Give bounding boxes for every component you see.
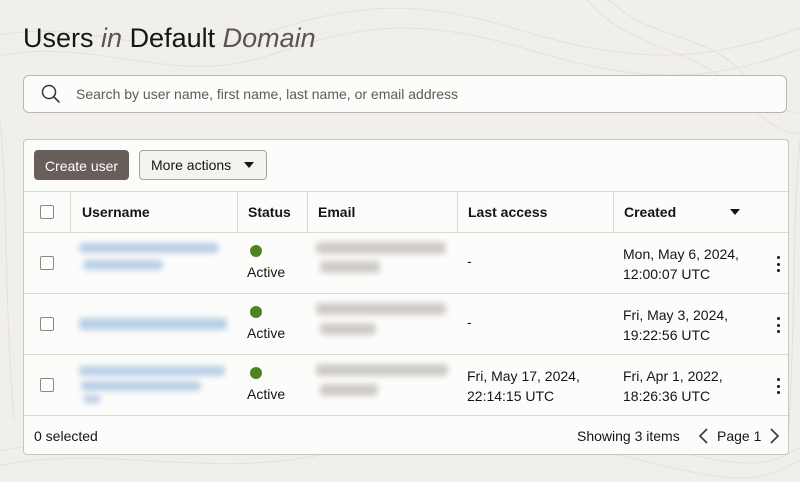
created-value: Mon, May 6, 2024, 12:00:07 UTC bbox=[623, 244, 739, 284]
search-icon bbox=[41, 84, 61, 104]
status-label: Active bbox=[247, 386, 286, 402]
username-cell bbox=[70, 355, 237, 415]
page-number: Page 1 bbox=[717, 428, 762, 444]
row-select-cell bbox=[24, 233, 70, 293]
page-title-default: Default bbox=[129, 23, 216, 53]
toolbar: Create user More actions bbox=[24, 140, 788, 191]
created-cell: Mon, May 6, 2024, 12:00:07 UTC bbox=[613, 233, 769, 293]
status-cell: Active bbox=[237, 294, 307, 354]
kebab-menu-icon[interactable] bbox=[773, 376, 783, 396]
table-row[interactable]: Active Fri, May 17, 2024, 22:14:15 UTC F… bbox=[24, 354, 788, 415]
last-access-cell: - bbox=[457, 294, 613, 354]
sort-descending-icon[interactable] bbox=[730, 209, 740, 215]
created-cell: Fri, Apr 1, 2022, 18:26:36 UTC bbox=[613, 355, 769, 415]
redacted-email bbox=[316, 303, 446, 315]
page-title: Users in Default Domain bbox=[23, 21, 316, 55]
username-cell bbox=[70, 233, 237, 293]
created-cell: Fri, May 3, 2024, 19:22:56 UTC bbox=[613, 294, 769, 354]
chevron-right-icon[interactable] bbox=[767, 427, 781, 445]
row-actions-cell bbox=[769, 233, 788, 293]
kebab-menu-icon[interactable] bbox=[773, 315, 783, 335]
row-actions-cell bbox=[769, 355, 788, 415]
search-input[interactable] bbox=[76, 86, 736, 102]
column-header-last-access[interactable]: Last access bbox=[457, 192, 613, 232]
email-cell bbox=[307, 233, 457, 293]
last-access-date: Fri, May 17, 2024, bbox=[467, 368, 580, 384]
created-time: 12:00:07 UTC bbox=[623, 266, 711, 282]
page-title-users: Users bbox=[23, 23, 94, 53]
column-header-created[interactable]: Created bbox=[613, 192, 769, 232]
redacted-email-line2 bbox=[320, 384, 378, 396]
users-table: Username Status Email Last access Create… bbox=[24, 191, 788, 415]
table-row[interactable]: Active - Fri, May 3, 2024, 19:22:56 UTC bbox=[24, 293, 788, 354]
redacted-username-line2 bbox=[83, 260, 163, 270]
redacted-email-line2 bbox=[320, 261, 380, 273]
created-time: 19:22:56 UTC bbox=[623, 327, 711, 343]
email-cell bbox=[307, 355, 457, 415]
column-header-username[interactable]: Username bbox=[70, 192, 237, 232]
status-dot-icon bbox=[250, 306, 262, 318]
status-dot-icon bbox=[250, 367, 262, 379]
kebab-menu-icon[interactable] bbox=[773, 254, 783, 274]
row-checkbox[interactable] bbox=[40, 256, 54, 270]
created-date: Mon, May 6, 2024, bbox=[623, 246, 739, 262]
redacted-email bbox=[316, 242, 446, 254]
status-label: Active bbox=[247, 325, 286, 341]
more-actions-label: More actions bbox=[151, 157, 232, 173]
redacted-username[interactable] bbox=[79, 318, 227, 330]
row-checkbox[interactable] bbox=[40, 378, 54, 392]
column-header-created-label: Created bbox=[624, 204, 677, 220]
last-access-value: Fri, May 17, 2024, 22:14:15 UTC bbox=[467, 366, 580, 406]
selected-count: 0 selected bbox=[34, 428, 98, 444]
table-row[interactable]: Active - Mon, May 6, 2024, 12:00:07 UTC bbox=[24, 232, 788, 293]
row-checkbox[interactable] bbox=[40, 317, 54, 331]
username-cell bbox=[70, 294, 237, 354]
column-header-status[interactable]: Status bbox=[237, 192, 307, 232]
row-select-cell bbox=[24, 294, 70, 354]
created-date: Fri, May 3, 2024, bbox=[623, 307, 729, 323]
items-count: Showing 3 items bbox=[577, 428, 680, 444]
last-access-value: - bbox=[467, 253, 472, 269]
row-select-cell bbox=[24, 355, 70, 415]
last-access-time: 22:14:15 UTC bbox=[467, 388, 555, 404]
status-cell: Active bbox=[237, 355, 307, 415]
redacted-username[interactable] bbox=[79, 243, 219, 253]
table-header: Username Status Email Last access Create… bbox=[24, 191, 788, 232]
header-select-cell bbox=[24, 192, 70, 232]
status-cell: Active bbox=[237, 233, 307, 293]
row-actions-cell bbox=[769, 294, 788, 354]
users-panel: Create user More actions Username Status… bbox=[23, 139, 789, 455]
page-title-domain: Domain bbox=[222, 23, 316, 53]
page-title-in: in bbox=[101, 23, 123, 53]
created-value: Fri, Apr 1, 2022, 18:26:36 UTC bbox=[623, 366, 723, 406]
more-actions-button[interactable]: More actions bbox=[139, 150, 267, 180]
status-label: Active bbox=[247, 264, 286, 280]
last-access-cell: Fri, May 17, 2024, 22:14:15 UTC bbox=[457, 355, 613, 415]
redacted-username-line2 bbox=[81, 381, 201, 391]
redacted-username-line3 bbox=[83, 395, 101, 403]
create-user-button[interactable]: Create user bbox=[34, 150, 129, 180]
last-access-cell: - bbox=[457, 233, 613, 293]
email-cell bbox=[307, 294, 457, 354]
table-footer: 0 selected Showing 3 items Page 1 bbox=[24, 415, 788, 454]
created-date: Fri, Apr 1, 2022, bbox=[623, 368, 723, 384]
status-dot-icon bbox=[250, 245, 262, 257]
chevron-left-icon[interactable] bbox=[697, 427, 711, 445]
last-access-value: - bbox=[467, 314, 472, 330]
caret-down-icon bbox=[244, 162, 255, 168]
search-box[interactable] bbox=[23, 75, 787, 113]
redacted-email-line2 bbox=[320, 323, 376, 335]
column-header-email[interactable]: Email bbox=[307, 192, 457, 232]
created-value: Fri, May 3, 2024, 19:22:56 UTC bbox=[623, 305, 728, 345]
redacted-email bbox=[316, 364, 448, 376]
created-time: 18:26:36 UTC bbox=[623, 388, 711, 404]
select-all-checkbox[interactable] bbox=[40, 205, 54, 219]
redacted-username[interactable] bbox=[79, 366, 225, 376]
